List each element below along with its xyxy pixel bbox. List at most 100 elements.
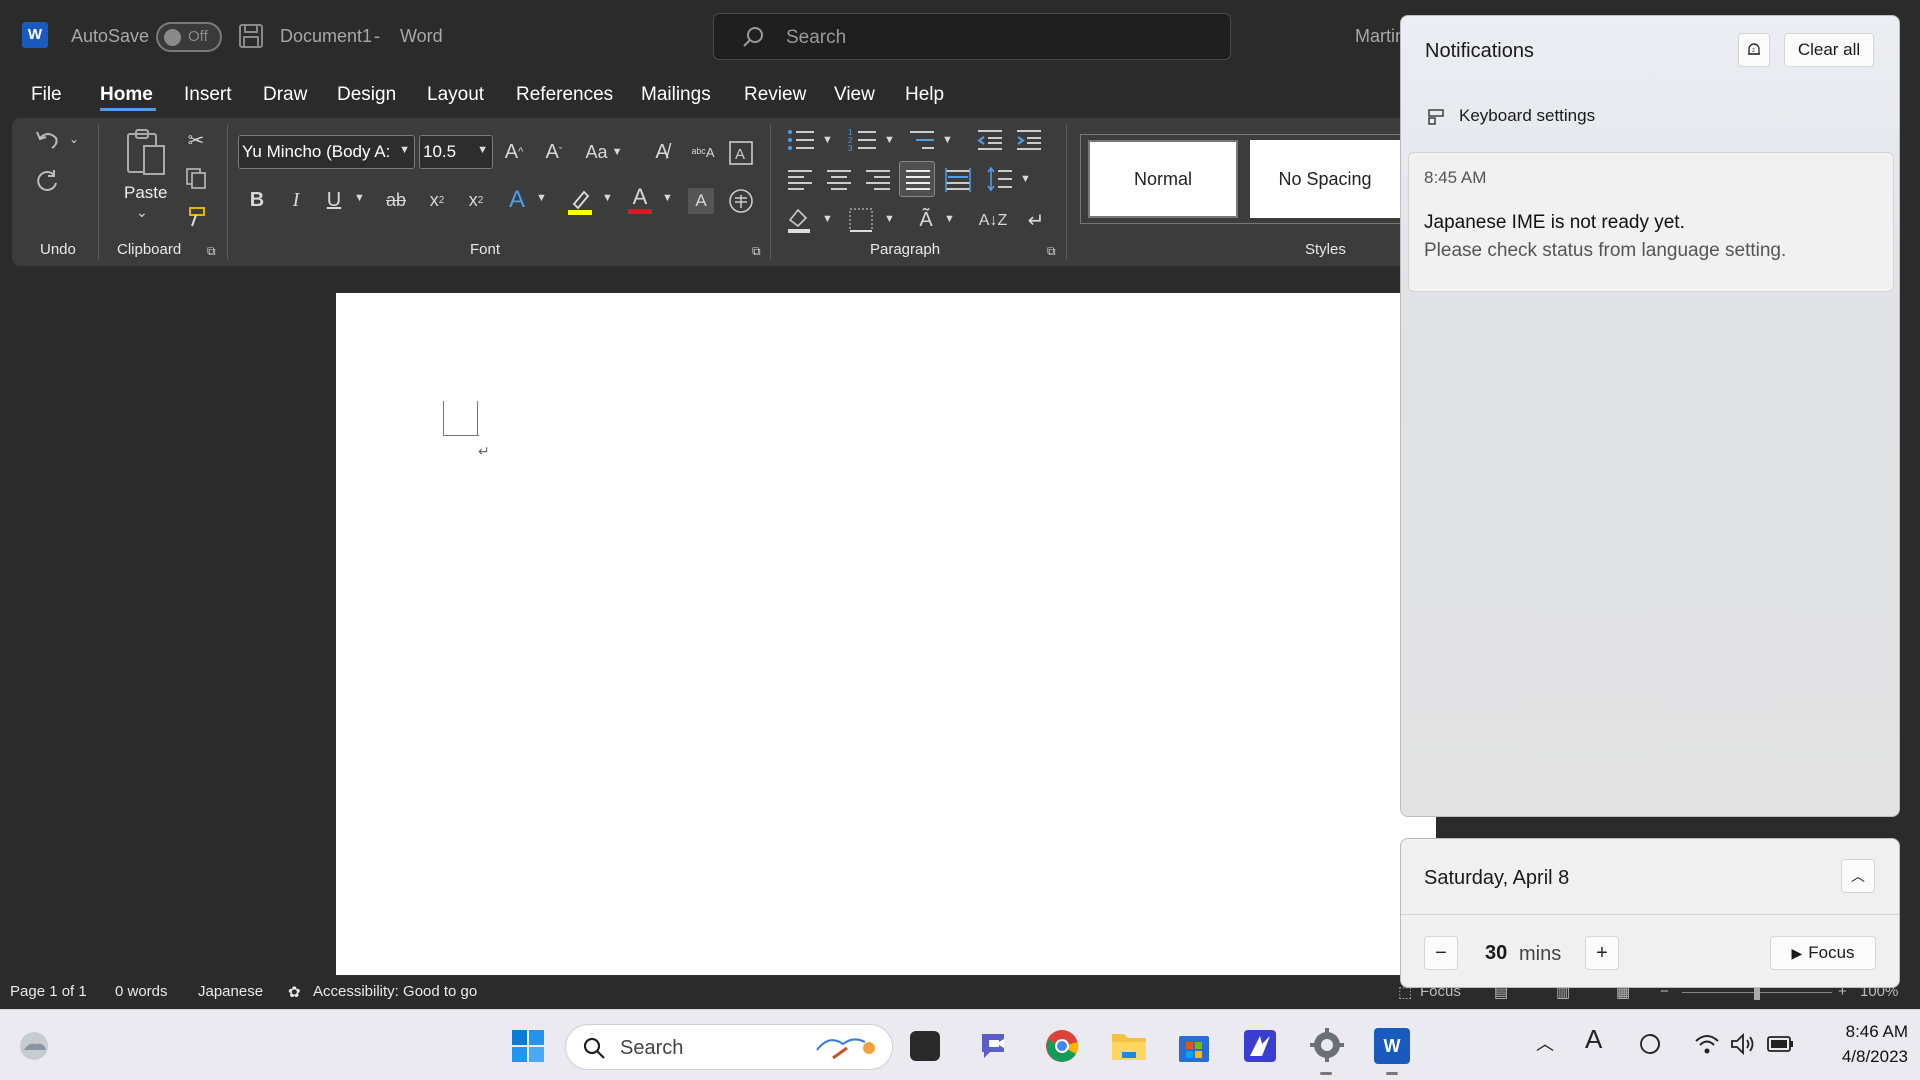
autosave-toggle[interactable]: Off (156, 22, 222, 52)
user-name[interactable]: Martin (1355, 26, 1405, 47)
numbering-icon[interactable]: 1 2 3 (848, 128, 878, 152)
decrease-indent-icon[interactable] (976, 128, 1004, 152)
distributed-icon[interactable] (944, 168, 972, 192)
chevron-down-icon[interactable]: ▼ (602, 192, 613, 204)
text-effects-icon[interactable]: A (503, 186, 531, 214)
word-taskbar-icon[interactable]: W (1374, 1028, 1410, 1064)
tab-help[interactable]: Help (905, 84, 944, 106)
tab-file[interactable]: File (31, 84, 62, 106)
show-paragraph-marks-icon[interactable]: ↵ (1022, 206, 1050, 234)
accessibility-status[interactable]: Accessibility: Good to go (313, 983, 477, 1000)
collapse-calendar-button[interactable]: ︿ (1841, 859, 1875, 893)
page-count[interactable]: Page 1 of 1 (10, 983, 87, 1000)
do-not-disturb-button[interactable]: z (1738, 33, 1770, 67)
tab-mailings[interactable]: Mailings (641, 84, 711, 106)
font-size-select[interactable]: 10.5 ▼ (419, 135, 493, 169)
bold-icon[interactable]: B (243, 186, 271, 214)
style-no-spacing[interactable]: No Spacing (1250, 140, 1400, 218)
borders-icon[interactable] (848, 207, 874, 233)
highlight-color-icon[interactable] (566, 186, 594, 216)
ime-status-icon[interactable] (1638, 1032, 1662, 1056)
chevron-down-icon[interactable]: ▼ (884, 134, 895, 146)
undo-icon[interactable] (34, 128, 60, 152)
character-shading-icon[interactable]: A (688, 188, 714, 214)
chevron-down-icon[interactable]: ▼ (1020, 173, 1031, 185)
start-button-icon[interactable] (510, 1028, 546, 1064)
enclose-characters-icon[interactable]: A (728, 140, 754, 166)
weather-widget-icon[interactable] (16, 1028, 52, 1064)
tab-insert[interactable]: Insert (184, 84, 232, 106)
tab-home[interactable]: Home (100, 84, 153, 106)
font-color-icon[interactable]: A (626, 184, 654, 210)
tab-design[interactable]: Design (337, 84, 396, 106)
settings-gear-icon[interactable] (1308, 1026, 1346, 1064)
tab-view[interactable]: View (834, 84, 875, 106)
superscript-icon[interactable]: x2 (461, 186, 491, 214)
redo-icon[interactable] (34, 167, 60, 193)
sort-icon[interactable]: A↓Z (978, 206, 1008, 236)
font-launcher-icon[interactable]: ⧉ (752, 244, 761, 259)
tab-draw[interactable]: Draw (263, 84, 307, 106)
change-case-button[interactable]: Aa ▼ (581, 138, 627, 166)
wifi-icon[interactable] (1694, 1032, 1720, 1056)
grow-font-icon[interactable]: A ^ (500, 138, 528, 166)
align-left-icon[interactable] (786, 168, 814, 192)
copy-icon[interactable] (184, 166, 208, 190)
strikethrough-icon[interactable]: ab (381, 186, 411, 214)
ime-mode-indicator[interactable]: A (1585, 1024, 1602, 1055)
tab-review[interactable]: Review (744, 84, 806, 106)
power-automate-icon[interactable] (1242, 1028, 1278, 1064)
align-center-icon[interactable] (825, 168, 853, 192)
chevron-down-icon[interactable]: ▼ (822, 134, 833, 146)
task-view-icon[interactable] (910, 1031, 940, 1061)
tab-layout[interactable]: Layout (427, 84, 484, 106)
clipboard-launcher-icon[interactable]: ⧉ (207, 244, 216, 259)
increase-focus-button[interactable]: + (1585, 936, 1619, 970)
taskbar-search-box[interactable]: Search (565, 1024, 893, 1070)
line-spacing-icon[interactable] (986, 166, 1014, 192)
paragraph-launcher-icon[interactable]: ⧉ (1047, 244, 1056, 259)
bullets-icon[interactable] (786, 128, 816, 152)
notification-card[interactable]: 8:45 AM Japanese IME is not ready yet. P… (1408, 152, 1894, 292)
font-name-select[interactable]: Yu Mincho (Body A: ▼ (238, 135, 415, 169)
italic-icon[interactable]: I (282, 186, 310, 214)
keyboard-settings-link[interactable]: Keyboard settings (1459, 106, 1595, 126)
file-explorer-icon[interactable] (1110, 1030, 1148, 1062)
tab-references[interactable]: References (516, 84, 613, 106)
teams-chat-icon[interactable] (978, 1028, 1014, 1064)
increase-indent-icon[interactable] (1015, 128, 1043, 152)
shrink-font-icon[interactable]: Aˇ (540, 138, 568, 166)
asian-layout-icon[interactable]: Ã (912, 206, 940, 234)
start-focus-button[interactable]: ▶ Focus (1770, 936, 1876, 970)
paste-label[interactable]: Paste (124, 183, 167, 203)
justify-button[interactable] (899, 161, 935, 197)
chevron-down-icon[interactable]: ▼ (942, 134, 953, 146)
show-hidden-icons-icon[interactable]: ︿ (1536, 1030, 1554, 1056)
save-icon[interactable] (238, 23, 264, 49)
cut-icon[interactable]: ✂ (184, 128, 208, 152)
chrome-icon[interactable] (1044, 1028, 1080, 1064)
encircle-character-icon[interactable] (727, 187, 755, 215)
shading-icon[interactable] (786, 206, 814, 234)
format-painter-icon[interactable] (184, 205, 208, 229)
chevron-down-icon[interactable]: ▼ (662, 192, 673, 204)
document-page[interactable]: ↵ (336, 293, 1436, 975)
chevron-down-icon[interactable]: ▼ (822, 213, 833, 225)
underline-icon[interactable]: U (320, 186, 348, 214)
clear-formatting-icon[interactable]: A̸ (648, 138, 676, 166)
align-right-icon[interactable] (864, 168, 892, 192)
chevron-down-icon[interactable]: ▼ (944, 213, 955, 225)
language-indicator[interactable]: Japanese (198, 983, 263, 1000)
decrease-focus-button[interactable]: − (1424, 936, 1458, 970)
chevron-down-icon[interactable]: ▼ (354, 192, 365, 204)
multilevel-list-icon[interactable] (908, 128, 938, 152)
paste-dropdown-icon[interactable]: ⌄ (136, 204, 148, 221)
clock-area[interactable]: 8:46 AM 4/8/2023 (1808, 1016, 1912, 1074)
chevron-down-icon[interactable]: ▼ (536, 192, 547, 204)
word-count[interactable]: 0 words (115, 983, 168, 1000)
battery-icon[interactable] (1766, 1034, 1794, 1054)
clear-all-button[interactable]: Clear all (1784, 33, 1874, 67)
chevron-down-icon[interactable]: ▼ (884, 213, 895, 225)
subscript-icon[interactable]: x2 (422, 186, 452, 214)
microsoft-store-icon[interactable] (1176, 1028, 1212, 1064)
